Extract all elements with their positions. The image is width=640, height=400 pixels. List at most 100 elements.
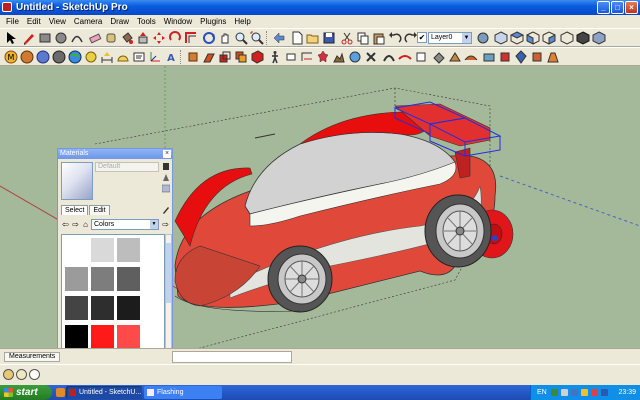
tape-measure-tool-icon[interactable] xyxy=(104,31,118,45)
tray-antivirus-icon[interactable] xyxy=(591,389,598,396)
section-plane-icon[interactable] xyxy=(186,50,200,64)
materials-title-bar[interactable]: Materials × xyxy=(58,149,172,159)
tray-app-icon[interactable] xyxy=(551,389,558,396)
color-swatch[interactable] xyxy=(65,296,88,320)
move-tool-icon[interactable] xyxy=(152,31,166,45)
add-detail-icon[interactable] xyxy=(432,50,446,64)
front-view-icon[interactable] xyxy=(526,31,540,45)
xray-style-icon[interactable] xyxy=(560,31,574,45)
tab-select[interactable]: Select xyxy=(61,205,89,215)
flip-edge-icon[interactable] xyxy=(448,50,462,64)
previous-view-icon[interactable] xyxy=(272,31,286,45)
from-scratch-icon[interactable] xyxy=(482,50,496,64)
top-view-icon[interactable] xyxy=(509,31,525,45)
scrollbar-thumb[interactable] xyxy=(166,243,171,303)
color-swatch[interactable] xyxy=(91,267,114,291)
paint-bucket-tool-icon[interactable] xyxy=(120,31,134,45)
title-bar[interactable]: Untitled - SketchUp Pro _ □ × xyxy=(0,0,640,15)
back-arrow-icon[interactable]: ⇦ xyxy=(61,220,70,230)
components-icon[interactable]: M xyxy=(4,50,18,64)
google-earth-icon[interactable] xyxy=(68,50,82,64)
drape-tool-icon[interactable] xyxy=(414,50,428,64)
offset-tool-icon[interactable] xyxy=(184,31,198,45)
color-swatch[interactable] xyxy=(117,238,140,262)
create-material-icon[interactable] xyxy=(162,173,170,182)
solid-tools-split-icon[interactable] xyxy=(546,50,560,64)
task-flashing[interactable]: Flashing xyxy=(144,386,222,399)
forward-arrow-icon[interactable]: ⇨ xyxy=(71,220,80,230)
toolbar-grip[interactable] xyxy=(266,31,269,45)
credits-icon[interactable] xyxy=(16,369,27,380)
geo-location-icon[interactable] xyxy=(3,369,14,380)
close-icon[interactable]: × xyxy=(163,150,171,158)
menu-plugins[interactable]: Plugins xyxy=(196,15,230,28)
intersect-faces-icon[interactable] xyxy=(234,50,248,64)
orbit-tool-icon[interactable] xyxy=(202,31,216,45)
position-camera-icon[interactable] xyxy=(284,50,298,64)
walk-tool-icon[interactable] xyxy=(268,50,282,64)
tray-network-icon[interactable] xyxy=(571,389,578,396)
menu-tools[interactable]: Tools xyxy=(133,15,160,28)
from-contours-icon[interactable] xyxy=(464,50,478,64)
zoom-tool-icon[interactable] xyxy=(234,31,248,45)
menu-edit[interactable]: Edit xyxy=(23,15,45,28)
details-arrow-icon[interactable]: ⇨ xyxy=(161,220,170,230)
open-file-icon[interactable] xyxy=(306,31,320,45)
menu-view[interactable]: View xyxy=(45,15,70,28)
undo-icon[interactable] xyxy=(388,31,402,45)
select-tool-icon[interactable] xyxy=(4,31,18,45)
share-model-icon[interactable] xyxy=(52,50,66,64)
color-swatch[interactable] xyxy=(65,238,88,262)
rotate-tool-icon[interactable] xyxy=(168,31,182,45)
solid-tools-subtract-icon[interactable] xyxy=(514,50,528,64)
look-around-icon[interactable] xyxy=(300,50,314,64)
help-status-icon[interactable] xyxy=(29,369,40,380)
default-material-icon[interactable] xyxy=(161,184,171,193)
new-file-icon[interactable] xyxy=(290,31,304,45)
maximize-button[interactable]: □ xyxy=(611,1,624,14)
color-swatch[interactable] xyxy=(65,267,88,291)
menu-draw[interactable]: Draw xyxy=(106,15,133,28)
3d-warehouse-icon[interactable] xyxy=(20,50,34,64)
hide-rest-model-icon[interactable] xyxy=(364,50,378,64)
sketchup-app-icon[interactable] xyxy=(2,2,12,12)
textured-style-icon[interactable] xyxy=(592,31,606,45)
language-indicator[interactable]: EN xyxy=(537,385,547,400)
redo-icon[interactable] xyxy=(404,31,418,45)
clock[interactable]: 23:39 xyxy=(618,385,636,400)
toggle-terrain-icon[interactable] xyxy=(332,50,346,64)
quick-launch-firefox-icon[interactable] xyxy=(56,388,65,397)
material-library-dropdown[interactable]: Colors ▼ xyxy=(91,219,159,230)
solid-tools-union-icon[interactable] xyxy=(498,50,512,64)
paste-icon[interactable] xyxy=(372,31,386,45)
save-file-icon[interactable] xyxy=(322,31,336,45)
toolbar-grip[interactable] xyxy=(180,50,183,64)
3d-text-tool-icon[interactable]: A xyxy=(164,50,178,64)
text-tool-icon[interactable] xyxy=(132,50,146,64)
shaded-style-icon[interactable] xyxy=(576,31,590,45)
get-models-icon[interactable] xyxy=(36,50,50,64)
task-sketchup[interactable]: Untitled - SketchU... xyxy=(66,386,142,399)
close-button[interactable]: × xyxy=(625,1,638,14)
in-model-home-icon[interactable]: ⌂ xyxy=(81,220,90,230)
cut-icon[interactable] xyxy=(340,31,354,45)
copy-icon[interactable] xyxy=(356,31,370,45)
display-secondary-pane-icon[interactable] xyxy=(162,162,170,171)
axes-tool-icon[interactable] xyxy=(148,50,162,64)
iso-view-icon[interactable] xyxy=(494,31,508,45)
push-pull-tool-icon[interactable] xyxy=(136,31,150,45)
outer-shell-icon[interactable] xyxy=(250,50,264,64)
tray-update-icon[interactable] xyxy=(601,389,608,396)
eraser-tool-icon[interactable] xyxy=(88,31,102,45)
menu-camera[interactable]: Camera xyxy=(70,15,106,28)
color-swatch[interactable] xyxy=(117,267,140,291)
pan-tool-icon[interactable] xyxy=(218,31,232,45)
sandbox-icon[interactable] xyxy=(84,50,98,64)
color-swatch[interactable] xyxy=(65,325,88,349)
layer-manager-icon[interactable] xyxy=(476,31,490,45)
stamp-tool-icon[interactable] xyxy=(398,50,412,64)
color-swatch[interactable] xyxy=(91,325,114,349)
zoom-extents-tool-icon[interactable] xyxy=(250,31,264,45)
current-layer-dropdown[interactable]: Layer0 ▼ xyxy=(428,32,472,44)
measurements-value-box[interactable] xyxy=(172,351,292,363)
